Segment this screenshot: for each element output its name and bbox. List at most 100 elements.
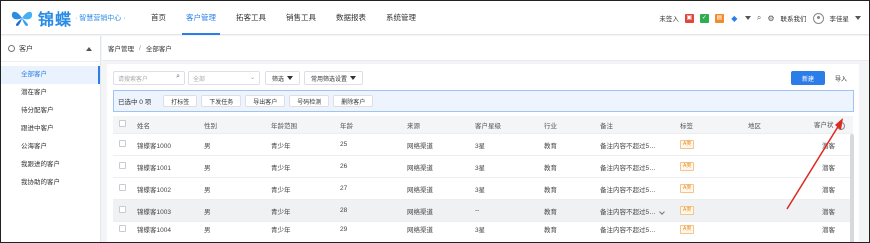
cell-stars: 3星 [475, 186, 486, 194]
nav-item-home[interactable]: 首页 [141, 1, 176, 35]
cell-age: 27 [340, 185, 348, 192]
cell-gender: 男 [204, 208, 211, 216]
selection-action-bar: 已选中 0 项 打标签 下发任务 导出客户 号码检测 删除客户 [113, 90, 854, 112]
nav-item-prospecting-tools[interactable]: 拓客工具 [226, 1, 276, 35]
sidebar-item-public-pool[interactable]: 公海客户 [1, 138, 100, 156]
import-button[interactable]: 导入 [828, 71, 853, 85]
col-tag[interactable]: 标签 [680, 120, 748, 130]
tag-badge: A类 [680, 140, 695, 149]
nav-item-customer-management[interactable]: 客户管理 [176, 1, 226, 35]
delete-customers-button[interactable]: 删除客户 [333, 95, 374, 107]
sidebar-item-my-followed[interactable]: 我跟进的客户 [1, 156, 100, 174]
search-icon[interactable]: ⌕ [757, 13, 761, 23]
sidebar-item-all-customers[interactable]: 全部客户 [1, 66, 100, 84]
search-input[interactable]: 请搜索客户 ⌕ [113, 71, 185, 85]
row-checkbox[interactable] [119, 140, 126, 147]
assign-task-button[interactable]: 下发任务 [201, 95, 242, 107]
customer-table: 姓名 性别 年龄范围 年龄 来源 客户星级 行业 备注 标签 地区 客户状 锦蝶… [113, 116, 853, 236]
table-header: 姓名 性别 年龄范围 年龄 来源 客户星级 行业 备注 标签 地区 客户状 [113, 116, 853, 134]
table-vertical-scrollbar[interactable] [850, 134, 854, 242]
common-filter-settings-button[interactable]: 常用筛选设置 [304, 71, 364, 85]
cell-age-range: 青少年 [271, 164, 291, 172]
breadcrumb-root[interactable]: 客户管理 [108, 43, 134, 53]
table-row[interactable]: 锦蝶客1003 男 青少年 28 网络渠道 -- 教育 备注内容不超过5… A类… [113, 200, 853, 222]
cell-name[interactable]: 锦蝶客1002 [137, 184, 204, 194]
nav-item-data-reports[interactable]: 数据报表 [326, 1, 376, 35]
cell-name[interactable]: 锦蝶客1003 [137, 206, 204, 216]
brand-logo[interactable]: 锦蝶 · 智慧营销中心 · [9, 6, 141, 30]
col-region[interactable]: 地区 [748, 120, 814, 130]
row-checkbox[interactable] [119, 162, 126, 169]
col-source[interactable]: 来源 [407, 120, 475, 130]
row-checkbox[interactable] [119, 184, 126, 191]
search-placeholder: 请搜索客户 [118, 76, 149, 83]
table-row[interactable]: 锦蝶客1004 男 青少年 29 网络渠道 3星 教育 备注内容不超过5… A类… [113, 222, 853, 236]
cell-source: 网络渠道 [407, 164, 433, 172]
filter-button[interactable]: 筛选 [265, 71, 301, 85]
cell-industry: 教育 [544, 227, 557, 234]
cell-age: 25 [340, 141, 348, 148]
row-checkbox[interactable] [119, 224, 126, 232]
table-row[interactable]: 锦蝶客1001 男 青少年 26 网络渠道 3星 教育 备注内容不超过5… A类… [113, 156, 853, 178]
cell-source: 网络渠道 [407, 142, 433, 150]
select-all-checkbox[interactable] [119, 120, 126, 127]
cell-source: 网络渠道 [407, 186, 433, 194]
user-name[interactable]: 李佳星 [830, 13, 850, 23]
sidebar-group-customer[interactable]: 客户 [1, 36, 100, 62]
cell-note: 备注内容不超过5… [600, 142, 656, 150]
cell-name[interactable]: 锦蝶客1004 [137, 224, 204, 234]
red-square-icon[interactable]: ▣ [684, 13, 694, 23]
breadcrumb: 客户管理 / 全部客户 [102, 36, 869, 61]
user-menu-caret-icon[interactable] [855, 16, 861, 20]
col-status[interactable]: 客户状 [814, 122, 834, 129]
col-age[interactable]: 年龄 [340, 120, 407, 130]
tag-button[interactable]: 打标签 [163, 95, 198, 107]
cell-name[interactable]: 锦蝶客1000 [137, 140, 204, 150]
nav-item-sales-tools[interactable]: 销售工具 [276, 1, 326, 35]
sidebar-item-following-customers[interactable]: 跟进中客户 [1, 120, 100, 138]
green-square-icon[interactable]: ✓ [699, 13, 709, 23]
cell-status: 潜客 [822, 186, 835, 194]
settings-icon[interactable]: ⚙ [767, 14, 774, 23]
table-row[interactable]: 锦蝶客1000 男 青少年 25 网络渠道 3星 教育 备注内容不超过5… A类… [113, 134, 853, 156]
contact-us-link[interactable]: 联系我们 [781, 13, 807, 23]
nav-item-system-management[interactable]: 系统管理 [376, 1, 426, 35]
col-stars[interactable]: 客户星级 [475, 120, 544, 130]
number-check-button[interactable]: 号码检测 [289, 95, 330, 107]
search-icon[interactable]: ⌕ [176, 73, 180, 81]
cell-gender: 男 [204, 164, 211, 172]
category-select[interactable]: 全部 ⌄ [188, 71, 260, 85]
col-age-range[interactable]: 年龄范围 [271, 120, 340, 130]
sidebar-item-unassigned-customers[interactable]: 待分配客户 [1, 102, 100, 120]
sidebar-item-my-assisted[interactable]: 我协助的客户 [1, 174, 100, 192]
blue-square-icon[interactable]: ◆ [730, 14, 739, 23]
sidebar: 客户 全部客户 潜在客户 待分配客户 跟进中客户 公海客户 我跟进的客户 我协助… [1, 36, 101, 242]
cell-note: 备注内容不超过5… [600, 227, 656, 234]
col-industry[interactable]: 行业 [544, 120, 600, 130]
filter-toolbar: 请搜索客户 ⌕ 全部 ⌄ 筛选 常用筛选设置 新建 导入 [113, 70, 853, 86]
chevron-down-icon[interactable] [658, 208, 665, 215]
cell-age-range: 青少年 [271, 142, 291, 150]
user-avatar[interactable] [812, 12, 824, 24]
dropdown-caret-icon[interactable] [744, 16, 751, 20]
col-name[interactable]: 姓名 [137, 120, 204, 130]
table-row[interactable]: 锦蝶客1002 男 青少年 27 网络渠道 3星 教育 备注内容不超过5… A类… [113, 178, 853, 200]
col-gender[interactable]: 性别 [204, 120, 271, 130]
col-note[interactable]: 备注 [600, 120, 680, 130]
cell-source: 网络渠道 [407, 208, 433, 216]
orange-square-icon[interactable]: ▤ [714, 13, 724, 23]
cell-age: 26 [340, 163, 348, 170]
cell-name[interactable]: 锦蝶客1001 [137, 162, 204, 172]
cell-industry: 教育 [544, 142, 557, 150]
column-settings-gear-icon[interactable] [836, 121, 845, 130]
sidebar-item-potential-customers[interactable]: 潜在客户 [1, 84, 100, 102]
main-content: 请搜索客户 ⌕ 全部 ⌄ 筛选 常用筛选设置 新建 导入 已选中 0 项 打标签… [107, 64, 859, 242]
tag-badge: A类 [680, 206, 695, 215]
funnel-icon [350, 76, 357, 80]
cell-gender: 男 [204, 186, 211, 194]
checkin-status[interactable]: 未签入 [659, 13, 679, 23]
export-customers-button[interactable]: 导出客户 [245, 95, 286, 107]
cell-age-range: 青少年 [271, 227, 291, 234]
new-button[interactable]: 新建 [790, 71, 825, 85]
row-checkbox[interactable] [119, 206, 126, 213]
